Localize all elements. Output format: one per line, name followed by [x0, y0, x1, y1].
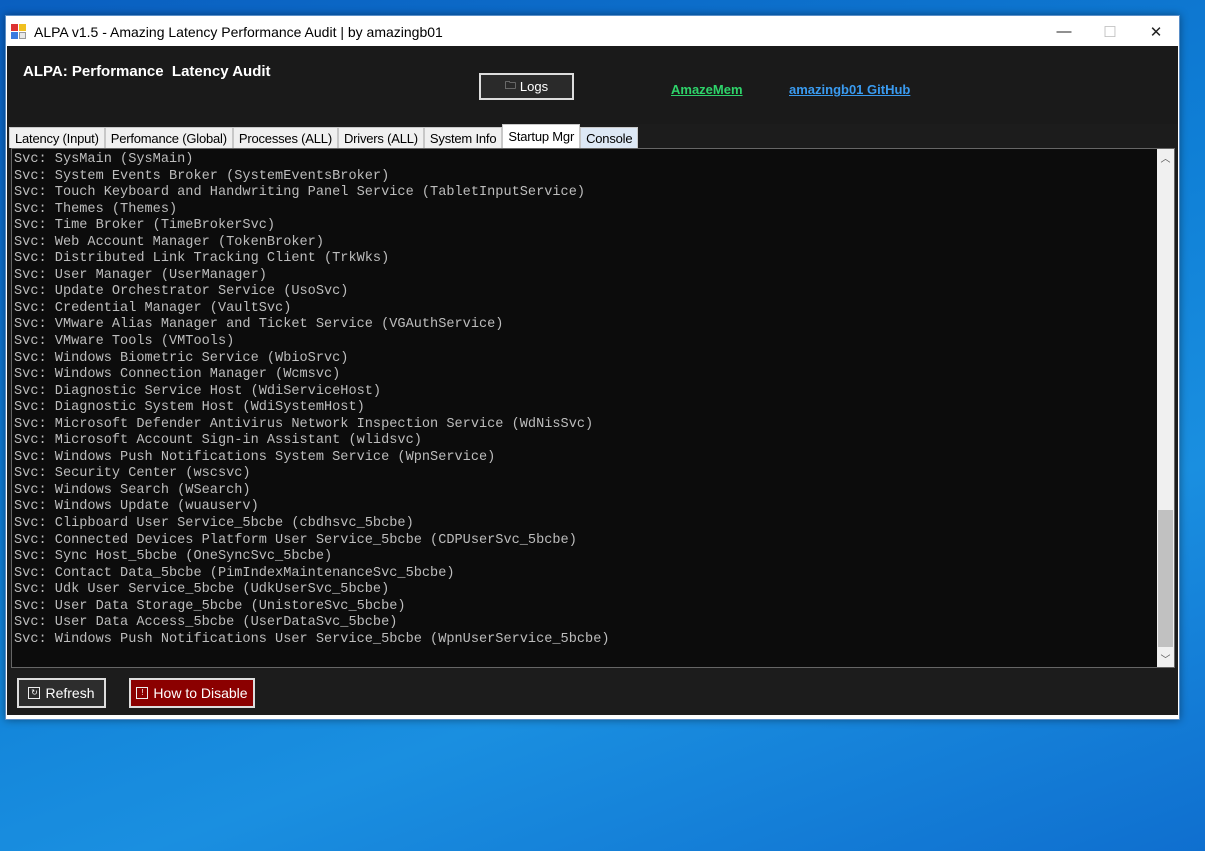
- client-area: ALPA: Performance Latency Audit 🗀 Logs A…: [7, 46, 1178, 715]
- output-line: Svc: VMware Alias Manager and Ticket Ser…: [14, 317, 504, 333]
- tab-console[interactable]: Console: [580, 127, 639, 148]
- app-icon: [11, 23, 27, 40]
- output-line: Svc: Credential Manager (VaultSvc): [14, 300, 292, 316]
- info-icon: !: [136, 687, 149, 699]
- tab-bar: Latency (Input) Perfomance (Global) Proc…: [9, 124, 639, 148]
- output-line: Svc: Distributed Link Tracking Client (T…: [14, 251, 390, 267]
- output-line: Svc: System Events Broker (SystemEventsB…: [14, 168, 390, 184]
- tab-latency-input[interactable]: Latency (Input): [9, 127, 105, 148]
- output-lines: Svc: SysMain (SysMain) Svc: System Events…: [12, 149, 1174, 648]
- output-line: Svc: User Data Storage_5bcbe (UnistoreSv…: [14, 598, 406, 614]
- output-line: Svc: Windows Search (WSearch): [14, 482, 251, 498]
- scroll-up-icon[interactable]: ︿: [1157, 149, 1174, 166]
- output-line: Svc: User Manager (UserManager): [14, 267, 267, 283]
- window-title: ALPA v1.5 - Amazing Latency Performance …: [34, 23, 443, 40]
- minimize-button[interactable]: —: [1041, 16, 1087, 47]
- output-line: Svc: Sync Host_5bcbe (OneSyncSvc_5bcbe): [14, 549, 333, 565]
- output-line: Svc: Microsoft Account Sign-in Assistant…: [14, 433, 422, 449]
- output-line: Svc: Security Center (wscsvc): [14, 466, 251, 482]
- header: ALPA: Performance Latency Audit 🗀 Logs A…: [7, 46, 1178, 148]
- tab-performance-global[interactable]: Perfomance (Global): [104, 127, 233, 148]
- output-line: Svc: Themes (Themes): [14, 201, 178, 217]
- logs-label: Logs: [519, 79, 549, 94]
- github-link[interactable]: amazingb01 GitHub: [789, 82, 910, 97]
- output-line: Svc: Windows Push Notifications System S…: [14, 449, 496, 465]
- output-line: Svc: Web Account Manager (TokenBroker): [14, 234, 324, 250]
- maximize-button[interactable]: ☐: [1087, 16, 1133, 47]
- output-line: Svc: Update Orchestrator Service (UsoSvc…: [14, 284, 349, 300]
- amazemem-link[interactable]: AmazeMem: [671, 82, 743, 97]
- output-line: Svc: Diagnostic Service Host (WdiService…: [14, 383, 382, 399]
- app-heading: ALPA: Performance Latency Audit: [23, 63, 271, 80]
- output-line: Svc: Contact Data_5bcbe (PimIndexMainten…: [14, 565, 455, 581]
- tab-processes[interactable]: Processes (ALL): [232, 127, 338, 148]
- output-line: Svc: Udk User Service_5bcbe (UdkUserSvc_…: [14, 582, 390, 598]
- scroll-down-icon[interactable]: ﹀: [1157, 650, 1174, 667]
- output-line: Svc: User Data Access_5bcbe (UserDataSvc…: [14, 615, 398, 631]
- bottom-bar: ↻ Refresh ! How to Disable: [7, 668, 1178, 715]
- close-button[interactable]: ✕: [1133, 16, 1179, 47]
- output-line: Svc: Touch Keyboard and Handwriting Pane…: [14, 185, 586, 201]
- refresh-button[interactable]: ↻ Refresh: [17, 678, 106, 708]
- refresh-icon: ↻: [28, 687, 41, 699]
- output-line: Svc: Time Broker (TimeBrokerSvc): [14, 218, 276, 234]
- output-line: Svc: SysMain (SysMain): [14, 152, 194, 167]
- output-line: Svc: Windows Push Notifications User Ser…: [14, 631, 610, 647]
- logs-button[interactable]: 🗀 Logs: [479, 73, 574, 100]
- title-bar: ALPA v1.5 - Amazing Latency Performance …: [6, 16, 1179, 47]
- tab-drivers[interactable]: Drivers (ALL): [337, 127, 424, 148]
- app-window: ALPA v1.5 - Amazing Latency Performance …: [5, 15, 1180, 720]
- vertical-scrollbar[interactable]: ︿ ﹀: [1157, 149, 1174, 667]
- output-line: Svc: Microsoft Defender Antivirus Networ…: [14, 416, 594, 432]
- how-to-disable-label: How to Disable: [153, 685, 248, 701]
- output-line: Svc: Connected Devices Platform User Ser…: [14, 532, 577, 548]
- how-to-disable-button[interactable]: ! How to Disable: [129, 678, 255, 708]
- tab-system-info[interactable]: System Info: [423, 127, 503, 148]
- refresh-label: Refresh: [45, 685, 95, 701]
- folder-icon: 🗀: [504, 80, 516, 92]
- tab-startup-mgr[interactable]: Startup Mgr: [502, 124, 581, 148]
- output-line: Svc: VMware Tools (VMTools): [14, 334, 235, 350]
- output-line: Svc: Windows Connection Manager (Wcmsvc): [14, 367, 341, 383]
- output-textbox[interactable]: Svc: SysMain (SysMain) Svc: System Events…: [11, 148, 1175, 668]
- scrollbar-thumb[interactable]: [1158, 510, 1173, 647]
- output-line: Svc: Windows Biometric Service (WbioSrvc…: [14, 350, 349, 366]
- output-line: Svc: Clipboard User Service_5bcbe (cbdhs…: [14, 516, 414, 532]
- output-line: Svc: Windows Update (wuauserv): [14, 499, 259, 515]
- output-line: Svc: Diagnostic System Host (WdiSystemHo…: [14, 400, 365, 416]
